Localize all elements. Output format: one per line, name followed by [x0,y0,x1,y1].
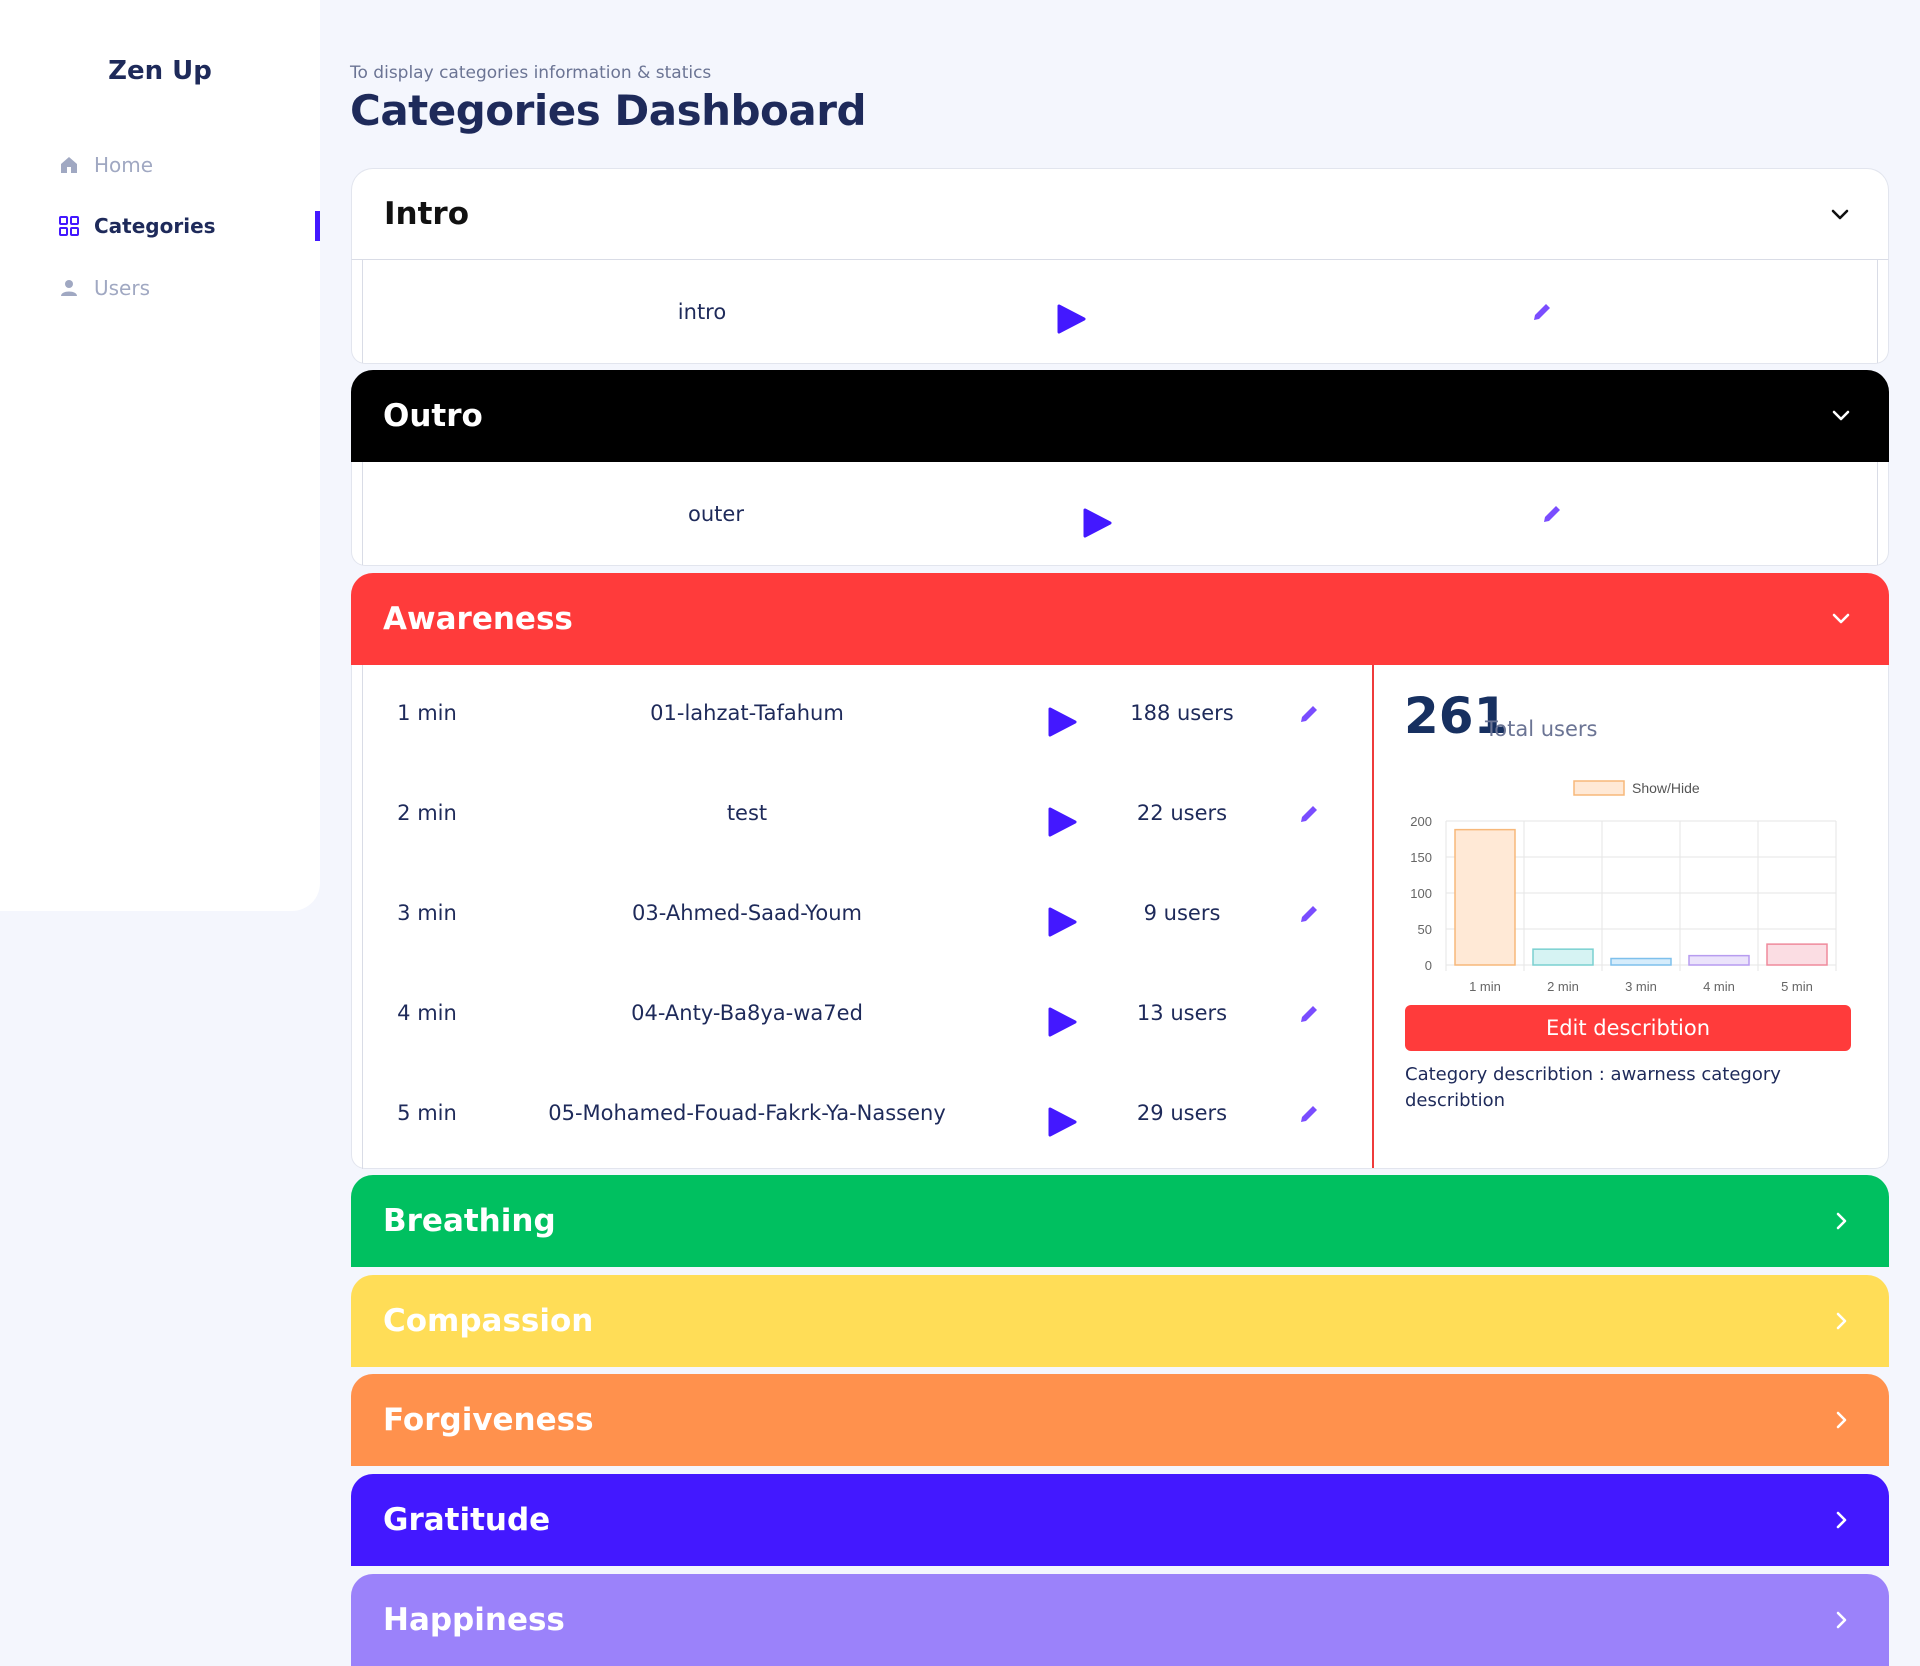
panel-header-breathing[interactable]: Breathing [351,1175,1889,1267]
track-duration: 3 min [397,901,457,925]
edit-description-button[interactable]: Edit describtion [1405,1005,1851,1051]
user-icon [58,277,80,299]
page-title: Categories Dashboard [350,86,867,135]
active-nav-indicator [315,211,320,241]
track-name: intro [677,300,727,324]
panel-header-compassion[interactable]: Compassion [351,1275,1889,1367]
chevron-right-icon [1836,1511,1847,1529]
track-users: 22 users [1136,801,1228,825]
chevron-right-icon [1836,1611,1847,1629]
nav-item-home[interactable]: Home [58,145,153,185]
play-icon[interactable] [1047,1106,1077,1138]
track-name: outer [688,502,744,526]
panel-header-gratitude[interactable]: Gratitude [351,1474,1889,1566]
play-icon[interactable] [1082,507,1112,539]
pencil-icon[interactable] [1297,702,1321,726]
panel-title-happiness: Happiness [383,1602,565,1638]
x-tick-label: 3 min [1625,979,1657,994]
panel-title-compassion: Compassion [383,1303,594,1339]
y-tick-label: 100 [1410,886,1432,901]
panel-header-awareness[interactable]: Awareness [351,573,1889,665]
play-icon[interactable] [1047,1006,1077,1038]
pencil-icon[interactable] [1297,1102,1321,1126]
chevron-down-icon [1832,410,1850,421]
chart-bar [1688,954,1750,966]
track-duration: 2 min [397,801,457,825]
chevron-down-icon [1831,209,1849,220]
nav-item-users[interactable]: Users [58,268,150,308]
y-tick-label: 150 [1410,850,1432,865]
category-description: Category describtion : awarness category… [1405,1064,1781,1111]
home-icon [58,154,80,176]
x-tick-label: 5 min [1781,979,1813,994]
total-users-label: Total users [1485,717,1598,741]
track-duration: 1 min [397,701,457,725]
chevron-right-icon [1836,1312,1847,1330]
y-tick-label: 200 [1410,814,1432,829]
brand-logo: Zen Up [108,56,212,86]
play-icon[interactable] [1047,806,1077,838]
panel-header-outro[interactable]: Outro [351,370,1889,462]
panel-header-happiness[interactable]: Happiness [351,1574,1889,1666]
chart-bar [1766,943,1828,966]
y-tick-label: 50 [1418,922,1432,937]
track-name: 01-lahzat-Tafahum [650,701,844,725]
pencil-icon[interactable] [1297,802,1321,826]
x-tick-label: 2 min [1547,979,1579,994]
track-name: 03-Ahmed-Saad-Youm [632,901,862,925]
play-icon[interactable] [1047,706,1077,738]
panel-title-gratitude: Gratitude [383,1502,551,1538]
track-name: 05-Mohamed-Fouad-Fakrk-Ya-Nasseny [548,1101,946,1125]
play-icon[interactable] [1047,906,1077,938]
pencil-icon[interactable] [1297,902,1321,926]
pencil-icon[interactable] [1540,502,1564,526]
x-tick-label: 4 min [1703,979,1735,994]
nav-label-home: Home [94,153,154,177]
x-tick-label: 1 min [1469,979,1501,994]
track-duration: 4 min [397,1001,457,1025]
panel-title-intro: Intro [384,196,470,232]
track-duration: 5 min [397,1101,457,1125]
play-icon[interactable] [1056,303,1086,335]
panel-body-awareness: 1 min 01-lahzat-Tafahum 188 users 2 min test… [351,665,1889,1169]
chart-bar [1454,828,1516,966]
users-bar-chart: Show/Hide 0 50 100 150 200 1 min 2 min 3 min 4 mi… [1410,780,1837,994]
chevron-right-icon [1836,1212,1847,1230]
panel-title-forgiveness: Forgiveness [383,1402,594,1438]
pencil-icon[interactable] [1530,300,1554,324]
y-tick-label: 0 [1425,958,1432,973]
panel-header-forgiveness[interactable]: Forgiveness [351,1374,1889,1466]
nav-label-categories: Categories [94,214,216,238]
chevron-right-icon [1836,1411,1847,1429]
track-users: 188 users [1130,701,1234,725]
track-users: 29 users [1136,1101,1228,1125]
panel-body-intro: intro [351,260,1889,364]
nav-label-users: Users [94,276,151,300]
track-name: 04-Anty-Ba8ya-wa7ed [631,1001,863,1025]
chevron-down-icon [1832,613,1850,624]
section-divider [1372,665,1374,1168]
panel-title-awareness: Awareness [383,601,573,637]
track-name: test [726,801,768,825]
grid-icon [58,215,80,237]
panel-title-outro: Outro [383,398,483,434]
legend-label: Show/Hide [1632,780,1700,796]
chart-bar [1610,957,1672,966]
nav-item-categories[interactable]: Categories [58,206,216,246]
chart-bar [1532,948,1594,966]
page-subtitle: To display categories information & stat… [350,63,712,83]
track-users: 13 users [1136,1001,1228,1025]
panel-title-breathing: Breathing [383,1203,556,1239]
sidebar: Zen Up Home Categories Users [0,0,320,911]
pencil-icon[interactable] [1297,1002,1321,1026]
track-users: 9 users [1143,901,1221,925]
panel-header-intro[interactable]: Intro [351,168,1889,260]
legend-swatch [1573,780,1625,796]
panel-body-outro: outer [351,462,1889,566]
row-border [362,665,363,1169]
